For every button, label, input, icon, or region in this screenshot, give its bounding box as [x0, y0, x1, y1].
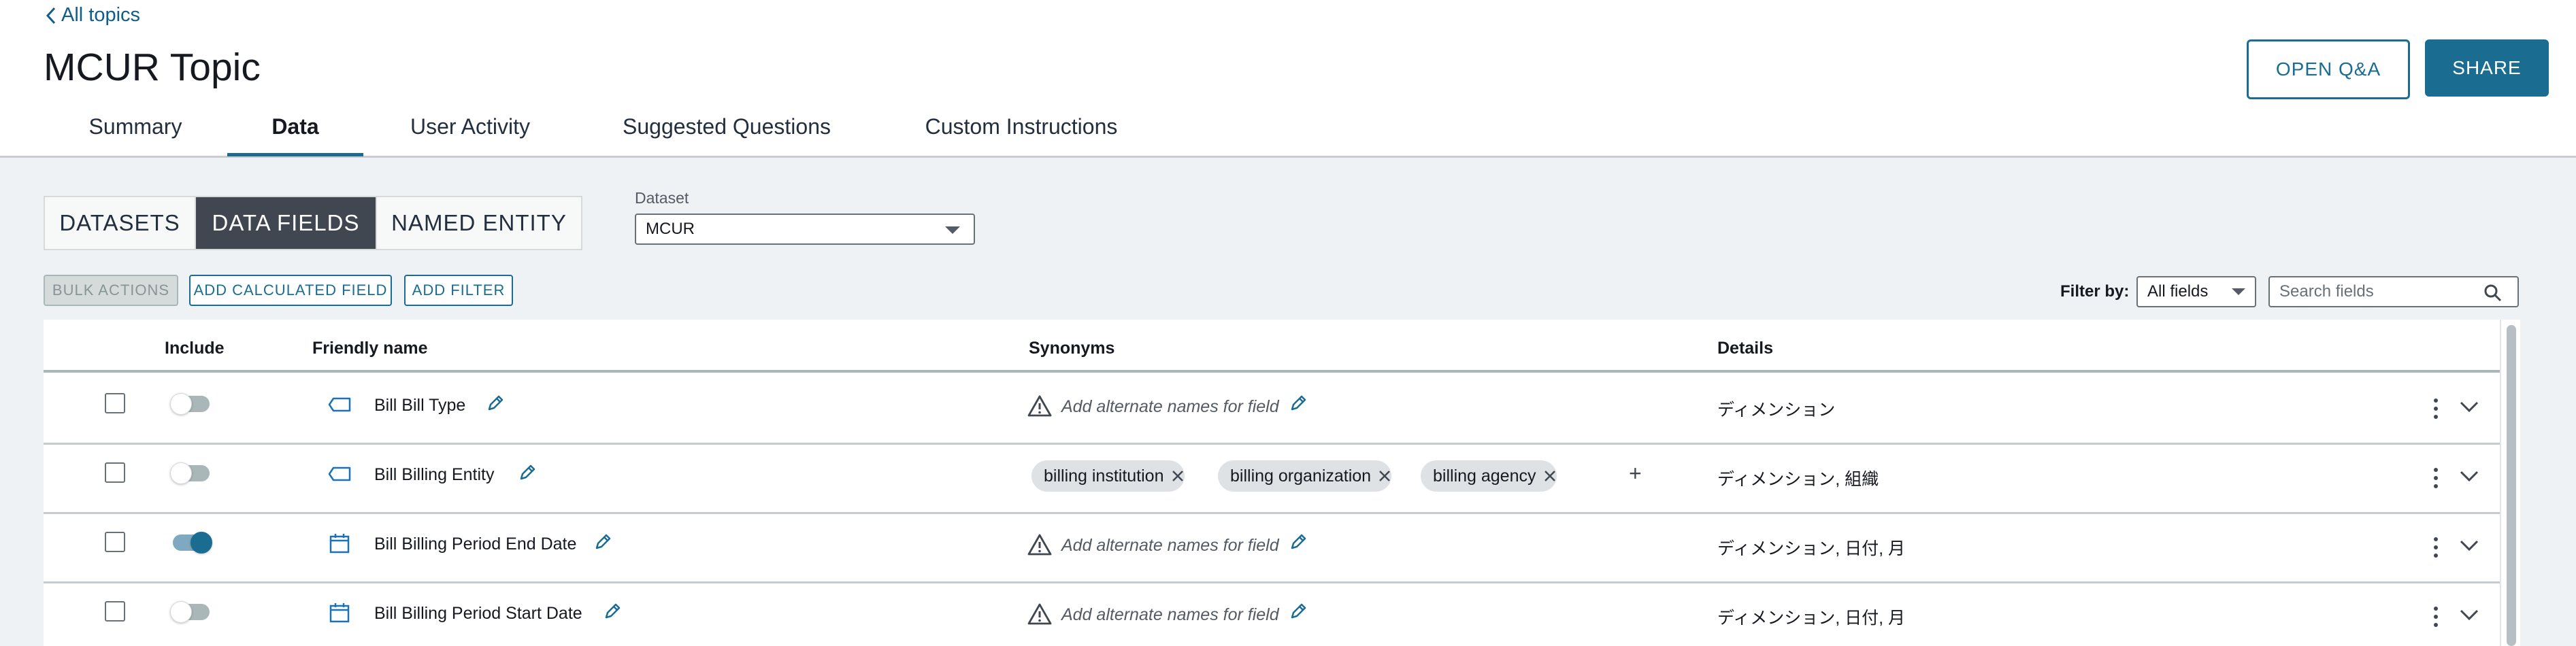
table-row: Bill Bill Type Add alternate names for f… — [44, 375, 2500, 445]
bulk-actions-button[interactable]: BULK ACTIONS — [44, 275, 178, 306]
chevron-down-icon[interactable] — [2459, 539, 2479, 552]
page-header: All topics MCUR Topic OPEN Q&A SHARE Sum… — [0, 0, 2576, 158]
more-options-icon[interactable] — [2433, 605, 2439, 628]
caret-down-icon — [2232, 288, 2245, 295]
topic-tabs: Summary Data User Activity Suggested Que… — [0, 109, 1361, 156]
toggle-knob — [170, 393, 192, 415]
data-fields-table: Include Friendly name Synonyms Details B… — [44, 320, 2500, 646]
warning-icon — [1027, 603, 1052, 625]
share-button[interactable]: SHARE — [2425, 39, 2549, 97]
pencil-icon[interactable] — [1289, 602, 1308, 621]
warning-icon — [1027, 534, 1052, 556]
synonyms-placeholder[interactable]: Add alternate names for field — [1061, 605, 1279, 625]
field-friendly-name: Bill Billing Period End Date — [374, 534, 577, 554]
toggle-knob — [170, 462, 192, 484]
row-select-checkbox[interactable] — [105, 462, 125, 483]
dataset-label: Dataset — [635, 189, 689, 207]
synonym-chip: billing organization — [1218, 460, 1392, 492]
segment-named-entity[interactable]: NAMED ENTITY — [377, 197, 581, 249]
back-link-all-topics[interactable]: All topics — [45, 4, 140, 27]
row-select-checkbox[interactable] — [105, 393, 125, 413]
toggle-knob — [170, 601, 192, 623]
synonym-chip-label: billing agency — [1433, 466, 1536, 486]
tab-summary[interactable]: Summary — [86, 109, 185, 156]
chevron-down-icon[interactable] — [2459, 469, 2479, 483]
table-scrollbar[interactable] — [2500, 320, 2520, 646]
scrollbar-thumb[interactable] — [2507, 325, 2516, 646]
calendar-icon — [329, 534, 350, 554]
table-row: Bill Billing Period Start Date Add alter… — [44, 583, 2500, 646]
table-header: Include Friendly name Synonyms Details — [44, 320, 2500, 373]
chevron-left-icon — [46, 7, 56, 24]
row-select-checkbox[interactable] — [105, 532, 125, 552]
synonyms-placeholder[interactable]: Add alternate names for field — [1061, 536, 1279, 556]
close-icon[interactable] — [1543, 469, 1557, 483]
tab-data[interactable]: Data — [227, 109, 363, 156]
pencil-icon[interactable] — [518, 463, 537, 482]
field-friendly-name: Bill Billing Entity — [374, 465, 495, 484]
column-header-details: Details — [1717, 339, 1773, 358]
back-link-label: All topics — [61, 4, 141, 26]
field-details: ディメンション — [1717, 401, 1836, 420]
include-toggle[interactable] — [173, 532, 212, 554]
field-details: ディメンション, 日付, 月 — [1717, 539, 1906, 558]
segment-datasets[interactable]: DATASETS — [45, 197, 196, 249]
chevron-down-icon[interactable] — [2459, 608, 2479, 622]
add-synonym-button[interactable]: + — [1629, 461, 1642, 486]
column-header-include: Include — [165, 339, 225, 358]
tab-user-activity[interactable]: User Activity — [406, 109, 535, 156]
add-filter-button[interactable]: ADD FILTER — [404, 275, 513, 306]
chevron-down-icon[interactable] — [2459, 400, 2479, 413]
search-fields-placeholder: Search fields — [2279, 282, 2374, 301]
search-icon — [2484, 284, 2502, 302]
caret-down-icon — [945, 226, 960, 234]
tag-icon — [328, 397, 351, 412]
synonym-chip-label: billing institution — [1044, 466, 1164, 486]
include-toggle[interactable] — [170, 393, 210, 415]
field-details: ディメンション, 日付, 月 — [1717, 609, 1906, 628]
pencil-icon[interactable] — [603, 602, 622, 621]
tab-suggested-questions[interactable]: Suggested Questions — [619, 109, 834, 156]
dataset-select-value: MCUR — [646, 220, 695, 238]
pencil-icon[interactable] — [593, 532, 612, 551]
warning-icon — [1027, 395, 1052, 417]
tag-icon — [328, 466, 351, 481]
synonyms-placeholder[interactable]: Add alternate names for field — [1061, 397, 1279, 417]
dataset-select[interactable]: MCUR — [635, 214, 975, 245]
include-toggle[interactable] — [170, 601, 210, 623]
more-options-icon[interactable] — [2433, 536, 2439, 559]
synonym-chip-label: billing organization — [1230, 466, 1372, 486]
pencil-icon[interactable] — [1289, 394, 1308, 413]
filter-select[interactable]: All fields — [2136, 276, 2256, 307]
data-view-segmented-control: DATASETS DATA FIELDS NAMED ENTITY — [44, 196, 582, 250]
table-row: Bill Billing Period End Date Add alterna… — [44, 514, 2500, 583]
field-details: ディメンション, 組織 — [1717, 470, 1879, 489]
more-options-icon[interactable] — [2433, 397, 2439, 420]
include-toggle[interactable] — [170, 462, 210, 484]
synonym-chip: billing agency — [1421, 460, 1557, 492]
open-qa-button[interactable]: OPEN Q&A — [2247, 39, 2410, 99]
field-friendly-name: Bill Bill Type — [374, 396, 466, 415]
column-header-synonyms: Synonyms — [1029, 339, 1115, 358]
close-icon[interactable] — [1171, 469, 1185, 483]
column-header-friendly-name: Friendly name — [312, 339, 428, 358]
search-fields-input[interactable]: Search fields — [2268, 276, 2519, 307]
field-friendly-name: Bill Billing Period Start Date — [374, 604, 582, 623]
more-options-icon[interactable] — [2433, 466, 2439, 490]
add-calculated-field-button[interactable]: ADD CALCULATED FIELD — [189, 275, 392, 306]
filter-by-label: Filter by: — [2060, 282, 2130, 301]
segment-data-fields[interactable]: DATA FIELDS — [196, 197, 377, 249]
page-title: MCUR Topic — [44, 46, 261, 89]
pencil-icon[interactable] — [486, 394, 505, 413]
row-select-checkbox[interactable] — [105, 601, 125, 622]
pencil-icon[interactable] — [1289, 532, 1308, 551]
filter-select-value: All fields — [2147, 282, 2209, 301]
toggle-knob — [191, 532, 212, 554]
calendar-icon — [329, 603, 350, 623]
close-icon[interactable] — [1378, 469, 1391, 483]
table-row: Bill Billing Entity billing institution … — [44, 445, 2500, 514]
synonym-chip: billing institution — [1031, 460, 1185, 492]
data-fields-panel: DATASETS DATA FIELDS NAMED ENTITY Datase… — [0, 158, 2576, 646]
tab-custom-instructions[interactable]: Custom Instructions — [919, 109, 1124, 156]
